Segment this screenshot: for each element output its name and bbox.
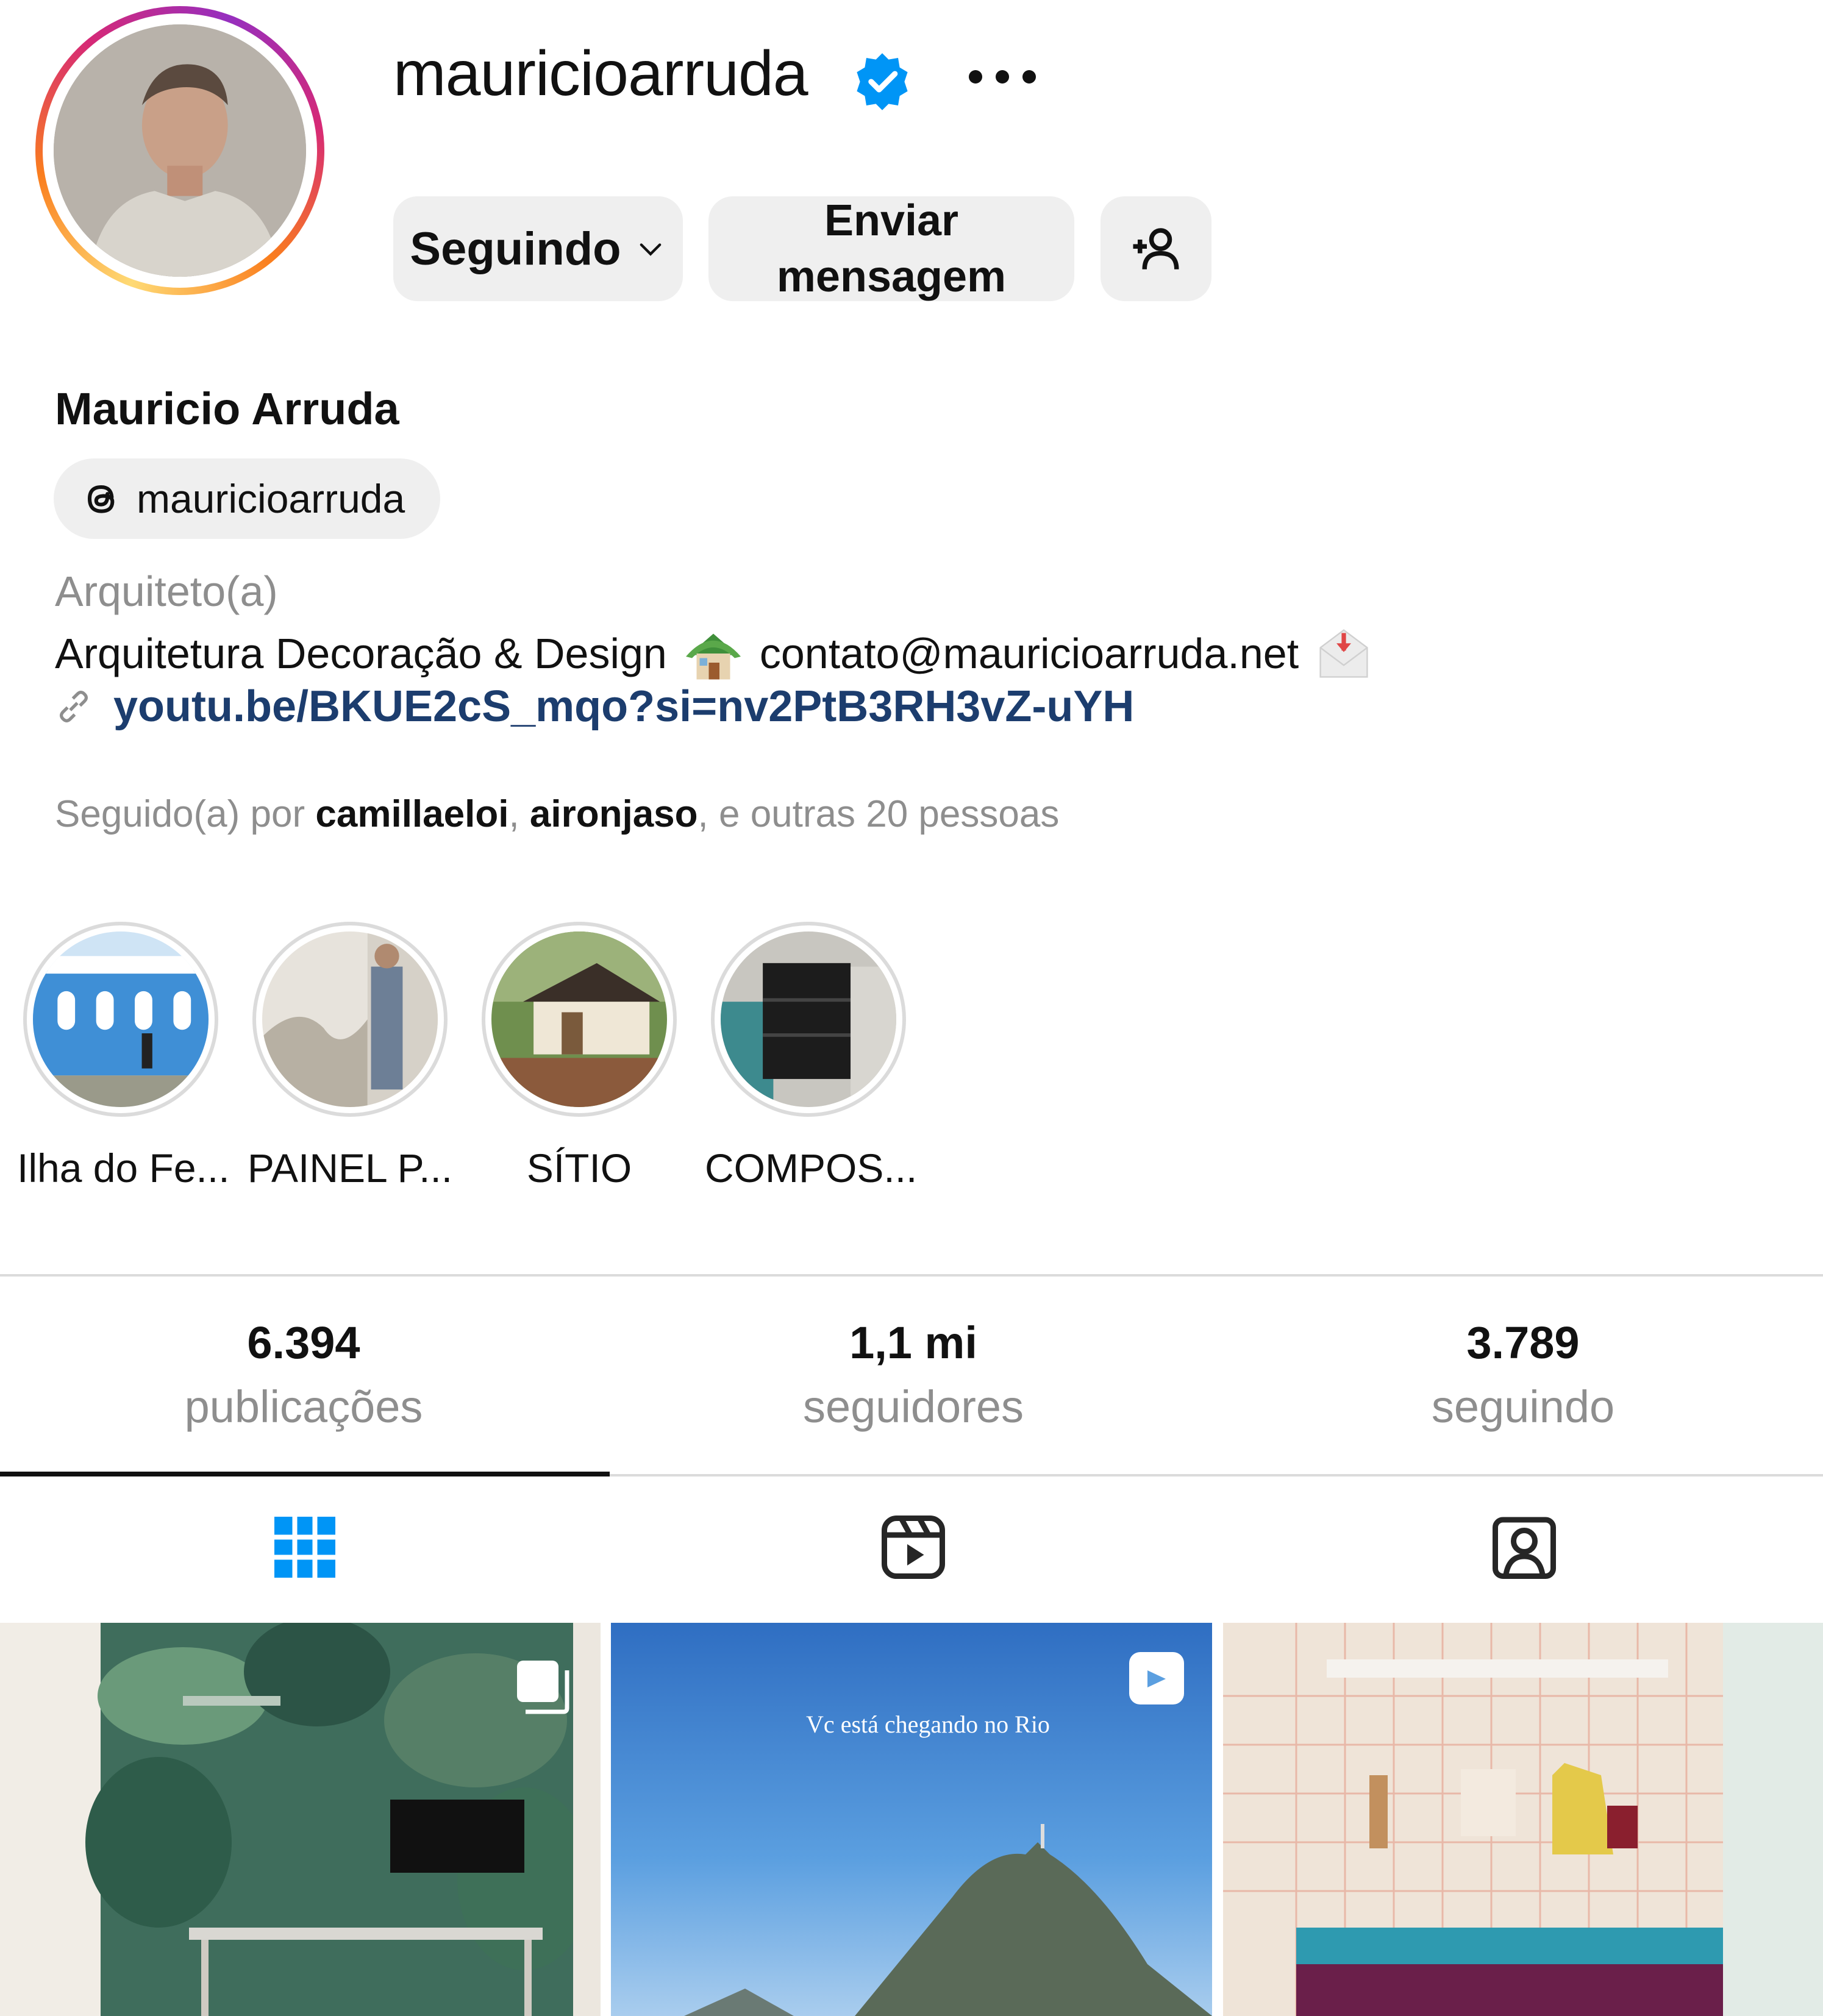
posts-grid-icon[interactable] [268,1511,341,1584]
stat-following-value: 3.789 [1466,1317,1580,1368]
post-image-kids-room [0,1623,601,2016]
stat-followers-label: seguidores [802,1381,1024,1432]
avatar-person-illustration [54,24,306,277]
more-options-icon[interactable] [963,59,1043,95]
profile-link-text[interactable]: youtu.be/BKUE2cS_mqo?si=nv2PtB3RH3vZ-uYH [113,682,1134,732]
house-emoji-icon [685,633,741,680]
verified-badge-icon [857,53,908,110]
stat-followers-value: 1,1 mi [849,1317,977,1368]
send-message-button[interactable]: Enviar mensagem [708,196,1074,301]
stat-posts-label: publicações [184,1381,423,1432]
post-thumbnail[interactable]: Vc está chegando no Rio [611,1623,1212,2016]
bio-email[interactable]: contato@mauricioarruda.net [760,629,1299,678]
suggest-accounts-button[interactable] [1101,196,1211,301]
profile-link[interactable]: youtu.be/BKUE2cS_mqo?si=nv2PtB3RH3vZ-uYH [52,682,1134,732]
stat-followers[interactable]: 1,1 mi seguidores [610,1317,1217,1433]
full-name: Mauricio Arruda [55,383,399,434]
following-button-label: Seguindo [410,223,621,275]
message-label-line1: Enviar [824,196,959,245]
followed-suffix: , e outras 20 pessoas [697,793,1060,835]
highlight-cover [262,931,438,1107]
bio-line: Arquitetura Decoração & Design contato@m… [55,624,1373,683]
bio-text: Arquitetura Decoração & Design [55,630,667,677]
followed-separator: , [508,793,530,835]
highlight-item[interactable]: Ilha do Fe... [17,922,230,1191]
chevron-down-icon [640,243,661,256]
stats-divider [0,1274,1823,1277]
username: mauricioarruda [393,38,808,109]
highlight-cover [721,931,896,1107]
message-label-line2: mensagem [776,252,1007,301]
profile-category: Arquiteto(a) [55,568,278,615]
active-tab-indicator [0,1472,610,1476]
stat-following-label: seguindo [1431,1381,1615,1432]
post-image-nursery [1223,1623,1823,2016]
avatar-photo [54,24,306,277]
followed-user-1[interactable]: camillaeloi [315,793,508,835]
highlight-cover [491,931,667,1107]
tagged-icon[interactable] [1488,1511,1561,1584]
post-image-rio-reel: Vc está chegando no Rio [611,1623,1212,2016]
post-thumbnail[interactable] [1223,1623,1823,2016]
threads-icon [87,485,115,513]
reel-icon [1129,1652,1184,1704]
followed-by-text[interactable]: Seguido(a) por camillaeloi, aironjaso, e… [55,793,1059,836]
threads-badge[interactable]: mauricioarruda [54,458,440,539]
link-icon [59,691,88,722]
highlight-label: Ilha do Fe... [17,1145,230,1191]
threads-handle: mauricioarruda [137,476,405,521]
highlight-cover [33,931,209,1107]
followed-prefix: Seguido(a) por [55,793,316,835]
post-thumbnail[interactable] [0,1623,601,2016]
add-person-icon [1133,228,1179,269]
reels-icon[interactable] [877,1511,950,1584]
highlight-label: COMPOS... [705,1145,918,1191]
highlight-item[interactable]: COMPOS... [705,922,918,1191]
profile-avatar[interactable] [35,6,324,295]
stat-posts[interactable]: 6.394 publicações [0,1317,607,1433]
followed-user-2[interactable]: aironjaso [530,793,698,835]
following-button[interactable]: Seguindo [393,196,683,301]
reel-caption: Vc está chegando no Rio [806,1711,1050,1738]
highlight-item[interactable]: PAINEL P... [246,922,454,1191]
highlight-item[interactable]: SÍTIO [476,922,683,1191]
stat-posts-value: 6.394 [247,1317,360,1368]
highlight-label: PAINEL P... [247,1145,453,1191]
highlight-label: SÍTIO [526,1145,632,1191]
stat-following[interactable]: 3.789 seguindo [1219,1317,1823,1433]
envelope-emoji-icon [1319,629,1368,678]
